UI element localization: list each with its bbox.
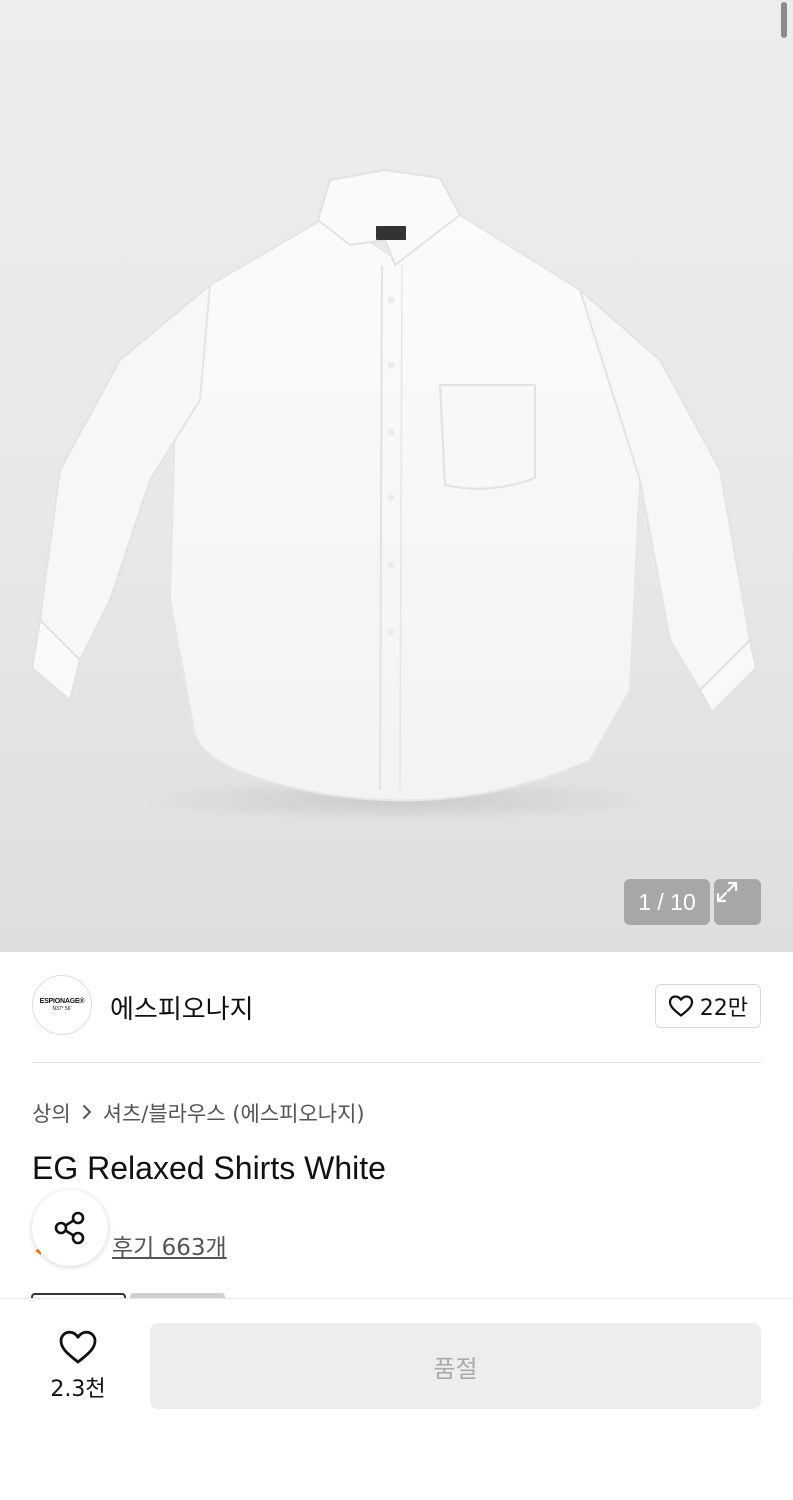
review-count-link[interactable]: 후기 663개 — [112, 1228, 227, 1262]
expand-button[interactable] — [714, 879, 761, 925]
chevron-right-icon — [81, 1101, 93, 1125]
scrollbar-thumb[interactable] — [781, 2, 787, 38]
brand-like-count: 22만 — [699, 996, 748, 1021]
divider — [32, 1062, 761, 1063]
product-image-gallery[interactable]: 1 / 10 — [0, 0, 793, 952]
wishlist-button[interactable]: 2.3천 — [34, 1329, 122, 1403]
product-page: 1 / 10 ESPIONAGE® N37° 56' 에스피오나지 22만 상의 — [0, 0, 793, 1500]
brand-name[interactable]: 에스피오나지 — [110, 989, 254, 1026]
wishlist-count: 2.3천 — [50, 1377, 106, 1402]
expand-icon — [716, 881, 738, 903]
brand-logo[interactable]: ESPIONAGE® N37° 56' — [32, 975, 92, 1035]
heart-outline-icon — [59, 1330, 97, 1364]
breadcrumb: 상의 셔츠/블라우스 (에스피오나지) — [32, 1098, 365, 1128]
brand-row: ESPIONAGE® N37° 56' 에스피오나지 22만 — [32, 975, 761, 1037]
brand-logo-subtext: N37° 56' — [52, 1006, 72, 1012]
shirt-image — [30, 168, 758, 822]
heart-outline-icon — [668, 995, 693, 1017]
bottom-action-bar: 2.3천 품절 — [0, 1298, 793, 1500]
breadcrumb-category[interactable]: 상의 — [32, 1098, 71, 1128]
share-icon — [54, 1211, 85, 1245]
sold-out-button[interactable]: 품절 — [150, 1323, 761, 1409]
image-counter: 1 / 10 — [624, 879, 710, 925]
product-title: EG Relaxed Shirts White — [32, 1150, 386, 1186]
brand-logo-text: ESPIONAGE® — [39, 998, 85, 1005]
breadcrumb-subcategory[interactable]: 셔츠/블라우스 (에스피오나지) — [103, 1098, 365, 1128]
share-button[interactable] — [32, 1190, 108, 1266]
brand-like-button[interactable]: 22만 — [654, 984, 761, 1028]
